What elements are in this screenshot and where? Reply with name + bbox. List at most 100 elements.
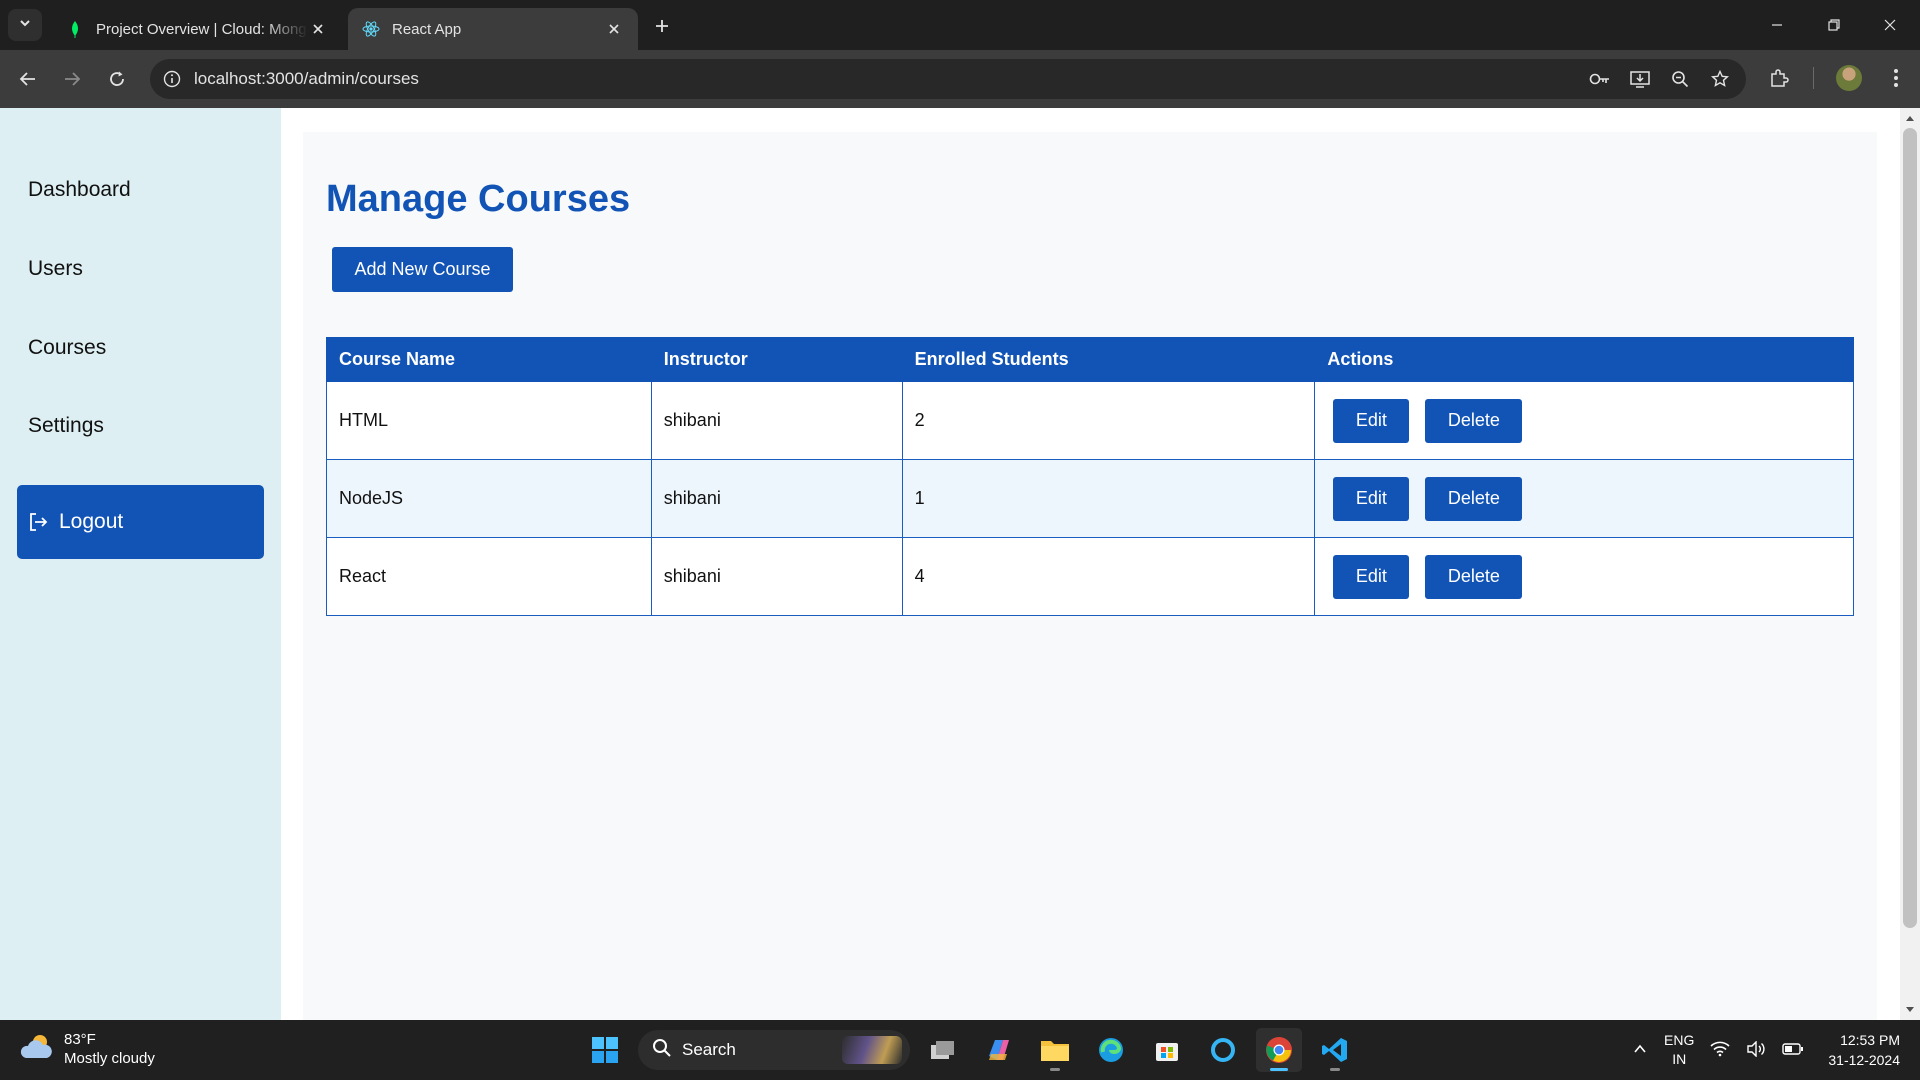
actions-cell: Edit Delete — [1314, 537, 1854, 616]
tab-search-button[interactable] — [8, 9, 42, 41]
browser-toolbar: localhost:3000/admin/courses — [0, 50, 1920, 108]
add-new-course-button[interactable]: Add New Course — [332, 247, 513, 292]
actions-cell: Edit Delete — [1314, 381, 1854, 460]
region-code: IN — [1672, 1051, 1687, 1067]
toolbar-divider — [1813, 67, 1814, 89]
running-indicator — [1050, 1068, 1060, 1071]
profile-avatar[interactable] — [1836, 65, 1862, 91]
course-name-cell: HTML — [326, 381, 652, 460]
chevron-down-icon — [18, 16, 32, 35]
cloud-sun-icon — [20, 1032, 54, 1067]
tab-title: Project Overview | Cloud: MongoDB — [96, 20, 308, 38]
delete-button[interactable]: Delete — [1425, 554, 1523, 599]
close-tab-icon[interactable] — [604, 19, 624, 39]
mongodb-leaf-icon — [66, 20, 84, 38]
delete-button[interactable]: Delete — [1425, 476, 1523, 521]
scrollbar-thumb[interactable] — [1903, 128, 1917, 928]
tab-title: React App — [392, 20, 462, 38]
page-viewport: Dashboard Users Courses Settings Logout … — [0, 108, 1920, 1020]
weather-widget[interactable]: 83°F Mostly cloudy — [20, 1030, 155, 1068]
column-header-instructor: Instructor — [650, 337, 903, 382]
page-title: Manage Courses — [326, 178, 631, 220]
file-explorer-icon[interactable] — [1032, 1028, 1078, 1072]
logout-button[interactable]: Logout — [17, 485, 264, 559]
enrolled-cell: 1 — [901, 459, 1316, 538]
course-name-cell: React — [326, 537, 652, 616]
main-content: Manage Courses Add New Course Course Nam… — [303, 132, 1877, 1020]
enrolled-cell: 4 — [901, 537, 1316, 616]
search-icon — [652, 1038, 672, 1063]
scroll-up-arrow-icon[interactable] — [1904, 112, 1916, 124]
back-arrow-icon[interactable] — [12, 63, 44, 95]
system-clock[interactable]: 12:53 PM 31-12-2024 — [1828, 1030, 1900, 1070]
enrolled-cell: 2 — [901, 381, 1316, 460]
sidebar: Dashboard Users Courses Settings Logout — [0, 108, 281, 1020]
edge-browser-icon[interactable] — [1088, 1028, 1134, 1072]
table-row: HTML shibani 2 Edit Delete — [326, 381, 1854, 460]
react-logo-icon — [362, 20, 380, 38]
extensions-puzzle-icon[interactable] — [1767, 66, 1791, 90]
instructor-cell: shibani — [650, 537, 903, 616]
browser-tab-strip: Project Overview | Cloud: MongoDB React … — [0, 0, 1920, 50]
close-window-icon[interactable] — [1877, 12, 1903, 38]
column-header-enrolled-students: Enrolled Students — [901, 337, 1316, 382]
instructor-cell: shibani — [650, 381, 903, 460]
bookmark-star-icon[interactable] — [1708, 67, 1732, 91]
minimize-icon[interactable] — [1764, 12, 1790, 38]
edit-button[interactable]: Edit — [1333, 398, 1410, 443]
sidebar-item-settings[interactable]: Settings — [28, 414, 104, 438]
sidebar-item-courses[interactable]: Courses — [28, 336, 106, 360]
new-tab-button[interactable] — [650, 14, 674, 38]
instructor-cell: shibani — [650, 459, 903, 538]
kebab-menu-icon[interactable] — [1884, 66, 1908, 90]
edit-button[interactable]: Edit — [1333, 476, 1410, 521]
weather-description: Mostly cloudy — [64, 1050, 155, 1067]
site-info-icon[interactable] — [150, 70, 194, 88]
microsoft-store-icon[interactable] — [1144, 1028, 1190, 1072]
password-key-icon[interactable] — [1588, 67, 1612, 91]
search-label: Search — [682, 1040, 736, 1059]
input-language[interactable]: ENG IN — [1664, 1031, 1694, 1069]
battery-icon[interactable] — [1782, 1042, 1804, 1059]
copilot-icon[interactable] — [976, 1028, 1022, 1072]
address-bar[interactable]: localhost:3000/admin/courses — [150, 59, 1746, 99]
sidebar-item-users[interactable]: Users — [28, 257, 83, 281]
tab-mongodb[interactable]: Project Overview | Cloud: MongoDB — [52, 8, 342, 50]
weather-temperature: 83°F — [64, 1031, 96, 1048]
courses-table: Course Name Instructor Enrolled Students… — [326, 337, 1854, 616]
url-text: localhost:3000/admin/courses — [194, 69, 419, 88]
table-row: NodeJS shibani 1 Edit Delete — [326, 459, 1854, 538]
search-highlight-image — [842, 1036, 902, 1064]
forward-arrow-icon[interactable] — [56, 63, 88, 95]
restore-icon[interactable] — [1821, 12, 1847, 38]
taskbar-search[interactable]: Search — [638, 1030, 910, 1070]
wifi-icon[interactable] — [1710, 1041, 1730, 1060]
reload-icon[interactable] — [101, 63, 133, 95]
tab-react-app[interactable]: React App — [348, 8, 638, 50]
table-header-row: Course Name Instructor Enrolled Students… — [326, 337, 1854, 382]
logout-icon — [25, 509, 51, 535]
column-header-actions: Actions — [1314, 337, 1854, 382]
close-tab-icon[interactable] — [308, 19, 328, 39]
table-row: React shibani 4 Edit Delete — [326, 537, 1854, 616]
column-header-course-name: Course Name — [326, 337, 652, 382]
edit-button[interactable]: Edit — [1333, 554, 1410, 599]
windows-start-button[interactable] — [582, 1028, 628, 1072]
chevron-up-icon[interactable] — [1632, 1041, 1648, 1060]
sidebar-item-dashboard[interactable]: Dashboard — [28, 178, 131, 202]
task-view-icon[interactable] — [920, 1028, 966, 1072]
windows-taskbar: 83°F Mostly cloudy Search ENG IN 12:53 P… — [0, 1020, 1920, 1080]
language-code: ENG — [1664, 1032, 1695, 1048]
vscode-icon[interactable] — [1312, 1028, 1358, 1072]
volume-icon[interactable] — [1746, 1039, 1766, 1060]
install-app-icon[interactable] — [1628, 67, 1652, 91]
actions-cell: Edit Delete — [1314, 459, 1854, 538]
zoom-icon[interactable] — [1668, 67, 1692, 91]
scroll-down-arrow-icon[interactable] — [1904, 1004, 1916, 1016]
clock-date: 31-12-2024 — [1828, 1052, 1900, 1068]
page-scrollbar[interactable] — [1900, 108, 1920, 1020]
cortana-ring-icon[interactable] — [1200, 1028, 1246, 1072]
chrome-browser-icon[interactable] — [1256, 1028, 1302, 1072]
active-indicator — [1270, 1068, 1288, 1071]
delete-button[interactable]: Delete — [1425, 398, 1523, 443]
